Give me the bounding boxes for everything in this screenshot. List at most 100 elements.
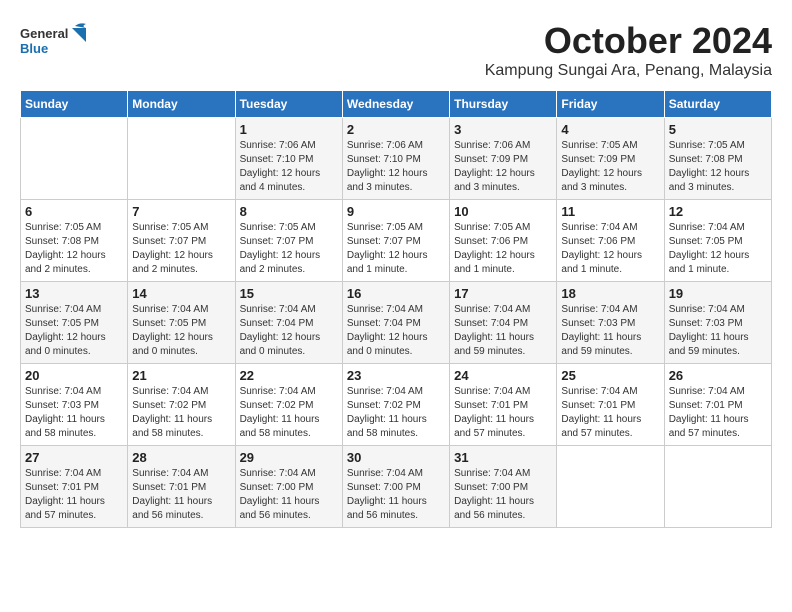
page-header: General Blue October 2024 Kampung Sungai… [20, 20, 772, 80]
day-number: 14 [132, 286, 230, 301]
calendar-cell: 1 Sunrise: 7:06 AM Sunset: 7:10 PM Daylig… [235, 118, 342, 200]
calendar-cell: 18 Sunrise: 7:04 AM Sunset: 7:03 PM Dayli… [557, 282, 664, 364]
logo: General Blue [20, 20, 100, 65]
day-number: 1 [240, 122, 338, 137]
day-number: 10 [454, 204, 552, 219]
day-info: Sunrise: 7:04 AM Sunset: 7:04 PM Dayligh… [454, 303, 552, 359]
calendar-cell: 2Sunrise: 7:06 AM Sunset: 7:10 PM Daylig… [342, 118, 449, 200]
day-info: Sunrise: 7:05 AM Sunset: 7:08 PM Dayligh… [669, 139, 767, 195]
calendar-cell: 6 Sunrise: 7:05 AM Sunset: 7:08 PM Daylig… [21, 200, 128, 282]
day-info: Sunrise: 7:04 AM Sunset: 7:05 PM Dayligh… [669, 221, 767, 277]
calendar-cell: 25Sunrise: 7:04 AM Sunset: 7:01 PM Dayli… [557, 364, 664, 446]
day-info: Sunrise: 7:04 AM Sunset: 7:00 PM Dayligh… [454, 467, 552, 523]
day-info: Sunrise: 7:04 AM Sunset: 7:05 PM Dayligh… [132, 303, 230, 359]
day-info: Sunrise: 7:05 AM Sunset: 7:09 PM Dayligh… [561, 139, 659, 195]
day-number: 28 [132, 450, 230, 465]
calendar-cell: 7 Sunrise: 7:05 AM Sunset: 7:07 PM Daylig… [128, 200, 235, 282]
calendar-cell: 23 Sunrise: 7:04 AM Sunset: 7:02 PM Dayli… [342, 364, 449, 446]
weekday-header-thursday: Thursday [450, 91, 557, 118]
weekday-header-wednesday: Wednesday [342, 91, 449, 118]
weekday-header-sunday: Sunday [21, 91, 128, 118]
day-number: 27 [25, 450, 123, 465]
day-info: Sunrise: 7:05 AM Sunset: 7:07 PM Dayligh… [347, 221, 445, 277]
weekday-header-saturday: Saturday [664, 91, 771, 118]
day-number: 13 [25, 286, 123, 301]
day-info: Sunrise: 7:04 AM Sunset: 7:02 PM Dayligh… [132, 385, 230, 441]
calendar-cell: 3 Sunrise: 7:06 AM Sunset: 7:09 PM Daylig… [450, 118, 557, 200]
day-info: Sunrise: 7:05 AM Sunset: 7:08 PM Dayligh… [25, 221, 123, 277]
day-info: Sunrise: 7:04 AM Sunset: 7:01 PM Dayligh… [454, 385, 552, 441]
calendar-cell: 29 Sunrise: 7:04 AM Sunset: 7:00 PM Dayli… [235, 446, 342, 528]
calendar-cell: 14 Sunrise: 7:04 AM Sunset: 7:05 PM Dayli… [128, 282, 235, 364]
svg-text:Blue: Blue [20, 41, 48, 56]
day-info: Sunrise: 7:06 AM Sunset: 7:09 PM Dayligh… [454, 139, 552, 195]
day-info: Sunrise: 7:06 AM Sunset: 7:10 PM Dayligh… [240, 139, 338, 195]
calendar-cell [664, 446, 771, 528]
day-info: Sunrise: 7:04 AM Sunset: 7:05 PM Dayligh… [25, 303, 123, 359]
svg-text:General: General [20, 26, 68, 41]
calendar-cell: 4Sunrise: 7:05 AM Sunset: 7:09 PM Daylig… [557, 118, 664, 200]
day-number: 23 [347, 368, 445, 383]
calendar-cell: 10Sunrise: 7:05 AM Sunset: 7:06 PM Dayli… [450, 200, 557, 282]
calendar-table: SundayMondayTuesdayWednesdayThursdayFrid… [20, 90, 772, 528]
day-number: 18 [561, 286, 659, 301]
day-number: 26 [669, 368, 767, 383]
calendar-cell [557, 446, 664, 528]
calendar-cell: 21 Sunrise: 7:04 AM Sunset: 7:02 PM Dayli… [128, 364, 235, 446]
day-number: 22 [240, 368, 338, 383]
calendar-cell: 15 Sunrise: 7:04 AM Sunset: 7:04 PM Dayli… [235, 282, 342, 364]
calendar-cell: 28 Sunrise: 7:04 AM Sunset: 7:01 PM Dayli… [128, 446, 235, 528]
title-block: October 2024 Kampung Sungai Ara, Penang,… [485, 20, 772, 80]
day-number: 9 [347, 204, 445, 219]
day-number: 30 [347, 450, 445, 465]
day-number: 16 [347, 286, 445, 301]
weekday-header-friday: Friday [557, 91, 664, 118]
calendar-week-row: 13 Sunrise: 7:04 AM Sunset: 7:05 PM Dayli… [21, 282, 772, 364]
day-number: 24 [454, 368, 552, 383]
month-title: October 2024 [485, 20, 772, 62]
day-info: Sunrise: 7:04 AM Sunset: 7:02 PM Dayligh… [347, 385, 445, 441]
calendar-cell: 16 Sunrise: 7:04 AM Sunset: 7:04 PM Dayli… [342, 282, 449, 364]
day-number: 17 [454, 286, 552, 301]
calendar-cell: 13 Sunrise: 7:04 AM Sunset: 7:05 PM Dayli… [21, 282, 128, 364]
calendar-cell: 12Sunrise: 7:04 AM Sunset: 7:05 PM Dayli… [664, 200, 771, 282]
day-info: Sunrise: 7:04 AM Sunset: 7:01 PM Dayligh… [561, 385, 659, 441]
day-number: 21 [132, 368, 230, 383]
day-info: Sunrise: 7:05 AM Sunset: 7:07 PM Dayligh… [132, 221, 230, 277]
calendar-cell: 24 Sunrise: 7:04 AM Sunset: 7:01 PM Dayli… [450, 364, 557, 446]
calendar-cell [128, 118, 235, 200]
day-info: Sunrise: 7:04 AM Sunset: 7:03 PM Dayligh… [669, 303, 767, 359]
day-number: 15 [240, 286, 338, 301]
day-info: Sunrise: 7:04 AM Sunset: 7:04 PM Dayligh… [347, 303, 445, 359]
day-info: Sunrise: 7:04 AM Sunset: 7:03 PM Dayligh… [561, 303, 659, 359]
calendar-cell: 8Sunrise: 7:05 AM Sunset: 7:07 PM Daylig… [235, 200, 342, 282]
calendar-cell: 5Sunrise: 7:05 AM Sunset: 7:08 PM Daylig… [664, 118, 771, 200]
day-number: 3 [454, 122, 552, 137]
day-info: Sunrise: 7:04 AM Sunset: 7:06 PM Dayligh… [561, 221, 659, 277]
day-number: 19 [669, 286, 767, 301]
calendar-cell: 19 Sunrise: 7:04 AM Sunset: 7:03 PM Dayli… [664, 282, 771, 364]
calendar-week-row: 1 Sunrise: 7:06 AM Sunset: 7:10 PM Daylig… [21, 118, 772, 200]
calendar-cell: 11 Sunrise: 7:04 AM Sunset: 7:06 PM Dayli… [557, 200, 664, 282]
logo-svg: General Blue [20, 20, 100, 65]
day-number: 11 [561, 204, 659, 219]
day-info: Sunrise: 7:04 AM Sunset: 7:01 PM Dayligh… [132, 467, 230, 523]
calendar-cell: 9 Sunrise: 7:05 AM Sunset: 7:07 PM Daylig… [342, 200, 449, 282]
day-number: 6 [25, 204, 123, 219]
day-info: Sunrise: 7:04 AM Sunset: 7:00 PM Dayligh… [240, 467, 338, 523]
day-info: Sunrise: 7:04 AM Sunset: 7:04 PM Dayligh… [240, 303, 338, 359]
day-number: 20 [25, 368, 123, 383]
calendar-cell: 31Sunrise: 7:04 AM Sunset: 7:00 PM Dayli… [450, 446, 557, 528]
weekday-header-tuesday: Tuesday [235, 91, 342, 118]
calendar-week-row: 20Sunrise: 7:04 AM Sunset: 7:03 PM Dayli… [21, 364, 772, 446]
day-info: Sunrise: 7:04 AM Sunset: 7:01 PM Dayligh… [25, 467, 123, 523]
day-info: Sunrise: 7:05 AM Sunset: 7:07 PM Dayligh… [240, 221, 338, 277]
day-number: 7 [132, 204, 230, 219]
calendar-cell: 22Sunrise: 7:04 AM Sunset: 7:02 PM Dayli… [235, 364, 342, 446]
day-info: Sunrise: 7:06 AM Sunset: 7:10 PM Dayligh… [347, 139, 445, 195]
calendar-cell: 30 Sunrise: 7:04 AM Sunset: 7:00 PM Dayli… [342, 446, 449, 528]
day-number: 29 [240, 450, 338, 465]
day-info: Sunrise: 7:04 AM Sunset: 7:00 PM Dayligh… [347, 467, 445, 523]
calendar-week-row: 27 Sunrise: 7:04 AM Sunset: 7:01 PM Dayli… [21, 446, 772, 528]
calendar-cell [21, 118, 128, 200]
